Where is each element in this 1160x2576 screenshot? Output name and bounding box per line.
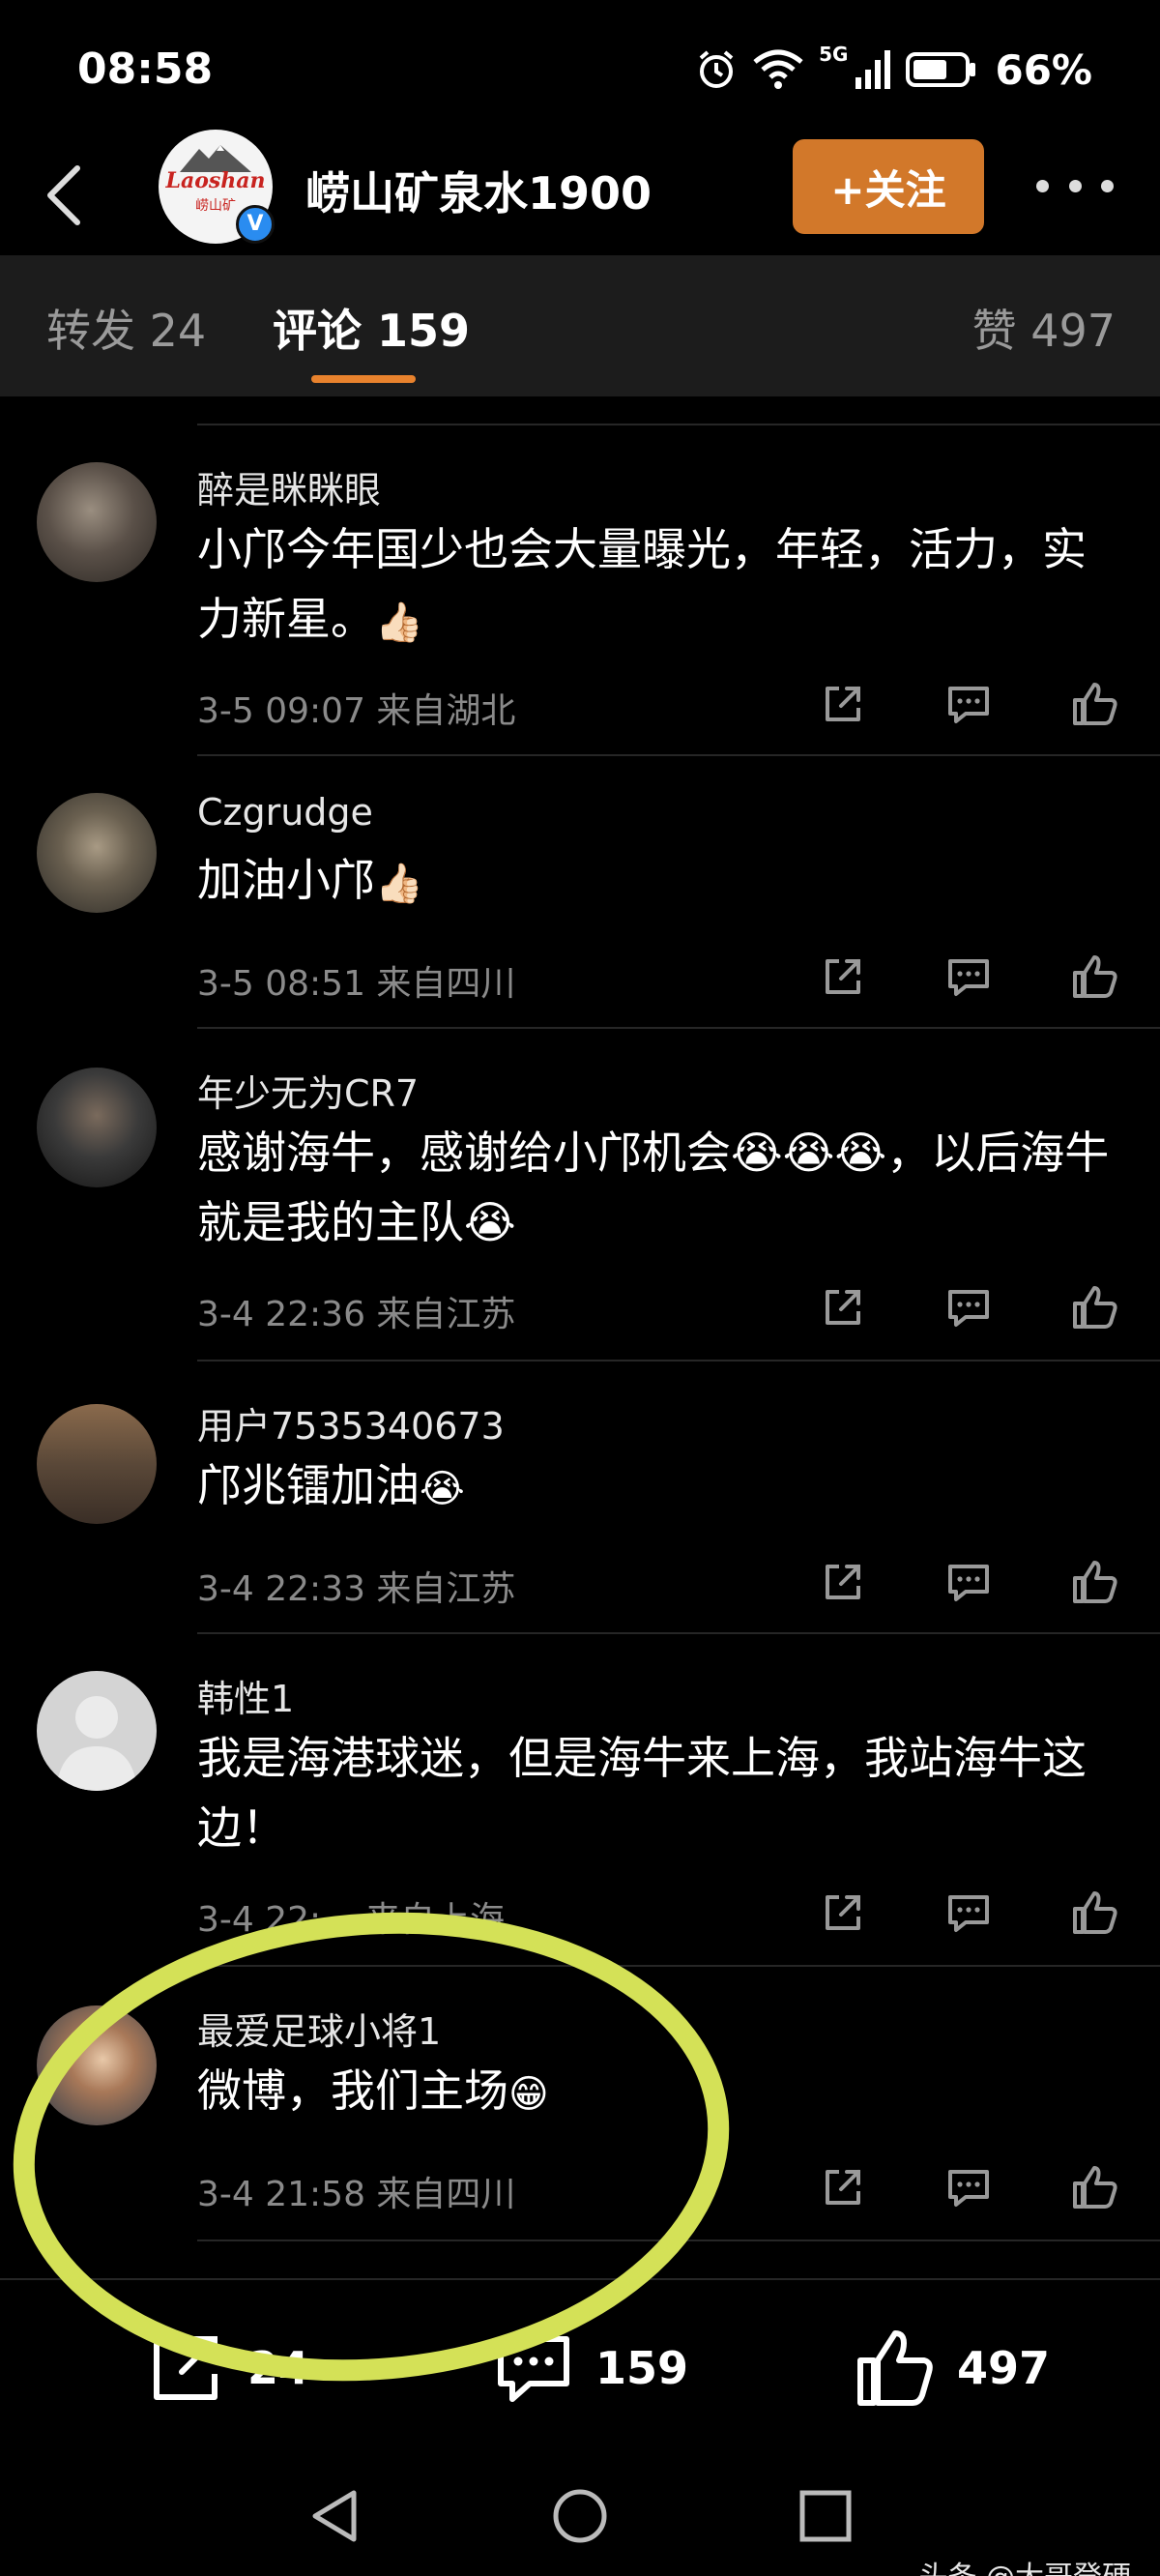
like-button[interactable]: 497 — [855, 2325, 1050, 2412]
divider — [197, 1027, 1160, 1029]
comment-actions — [820, 948, 1119, 1006]
share-icon[interactable] — [820, 1889, 866, 1936]
like-icon[interactable] — [1071, 1889, 1119, 1936]
signal-icon — [856, 50, 891, 89]
tab-repost[interactable]: 转发 24 — [46, 296, 206, 360]
avatar[interactable] — [37, 462, 157, 582]
status-time: 08:58 — [77, 44, 214, 94]
status-icons: 5G 66% — [695, 43, 1092, 97]
verified-badge: V — [236, 205, 275, 244]
network-type: 5G — [819, 43, 849, 66]
avatar[interactable] — [37, 2005, 157, 2125]
home-nav-icon[interactable] — [551, 2487, 609, 2545]
like-icon[interactable] — [1071, 1284, 1119, 1331]
engagement-tabs: 转发 24 评论 159 赞 497 — [0, 255, 1160, 396]
comment-meta: 3-4 22:36 来自江苏 — [197, 1295, 516, 1334]
comment-author[interactable]: Czgrudge — [197, 791, 373, 834]
divider — [197, 424, 1160, 425]
recents-nav-icon[interactable] — [798, 2489, 853, 2543]
share-icon[interactable] — [820, 953, 866, 1000]
comment-text: 感谢海牛，感谢给小邝机会😭😭😭，以后海牛就是我的主队😭 — [197, 1127, 1110, 1248]
active-tab-indicator — [311, 375, 416, 383]
crying-emoji: 😭 — [420, 1466, 465, 1511]
comment-button[interactable]: 159 — [493, 2325, 688, 2412]
comment-actions — [820, 1553, 1119, 1611]
like-icon[interactable] — [1071, 2164, 1119, 2210]
comment-text: 加油小邝👍🏻 — [197, 854, 423, 906]
battery-icon — [906, 52, 976, 87]
comment-actions — [820, 675, 1119, 733]
post-action-bar: 24 159 497 — [0, 2278, 1160, 2452]
comment-text: 我是海港球迷，但是海牛来上海，我站海牛这边！ — [197, 1732, 1087, 1854]
avatar[interactable] — [37, 1068, 157, 1187]
comment-text: 小邝今年国少也会大量曝光，年轻，活力，实力新星。👍🏻 — [197, 523, 1087, 645]
avatar[interactable] — [37, 1671, 157, 1791]
back-arrow-icon[interactable] — [35, 157, 112, 234]
status-bar: 08:58 5G 66% — [0, 0, 1160, 135]
avatar[interactable] — [37, 793, 157, 913]
like-icon[interactable] — [1071, 681, 1119, 727]
battery-percent: 66% — [995, 45, 1092, 94]
avatar[interactable] — [37, 1404, 157, 1524]
reply-icon[interactable] — [944, 1559, 993, 1605]
comment-author[interactable]: 用户7535340673 — [197, 1396, 505, 1449]
comment-text: 邝兆镭加油😭 — [197, 1459, 465, 1511]
comment-author[interactable]: 韩性1 — [197, 1669, 294, 1722]
reply-icon[interactable] — [944, 1889, 993, 1936]
like-icon — [857, 2330, 933, 2406]
share-icon[interactable] — [820, 681, 866, 727]
like-icon[interactable] — [1071, 1559, 1119, 1605]
reply-icon[interactable] — [944, 1284, 993, 1331]
repost-button[interactable]: 24 — [145, 2325, 309, 2412]
follow-button[interactable]: +关注 — [793, 139, 984, 234]
comment-meta: 3-4 21:58 来自四川 — [197, 2175, 516, 2214]
share-icon[interactable] — [820, 1284, 866, 1331]
thumbs-up-emoji: 👍🏻 — [375, 861, 423, 906]
comment-icon — [498, 2336, 569, 2402]
comment-actions — [820, 2158, 1119, 2216]
like-icon[interactable] — [1071, 953, 1119, 1000]
default-avatar-icon — [56, 1696, 137, 1791]
comment-actions — [820, 1278, 1119, 1336]
reply-icon[interactable] — [944, 2164, 993, 2210]
reply-icon[interactable] — [944, 953, 993, 1000]
brand-logo-text: Laoshan — [165, 168, 266, 193]
back-nav-icon[interactable] — [307, 2487, 362, 2545]
comment-meta: 3-4 22:... 来自上海 — [197, 1900, 505, 1940]
repost-count: 24 — [247, 2342, 310, 2394]
more-options-icon[interactable] — [1036, 164, 1114, 207]
tab-likes[interactable]: 赞 497 — [972, 296, 1116, 360]
divider — [197, 754, 1160, 756]
divider — [197, 2239, 1160, 2241]
comment-actions — [820, 1884, 1119, 1942]
share-icon — [154, 2336, 218, 2400]
comment-meta: 3-4 22:33 来自江苏 — [197, 1569, 516, 1609]
comment-author[interactable]: 最爱足球小将1 — [197, 2002, 441, 2055]
divider — [197, 1360, 1160, 1361]
thumbs-up-emoji: 👍🏻 — [375, 600, 423, 645]
comment-meta: 3-5 08:51 来自四川 — [197, 964, 516, 1004]
like-count: 497 — [957, 2342, 1051, 2394]
share-icon[interactable] — [820, 2164, 866, 2210]
alarm-icon — [699, 50, 734, 88]
reply-icon[interactable] — [944, 681, 993, 727]
grinning-emoji: 😁 — [508, 2071, 549, 2117]
tab-comments[interactable]: 评论 159 — [273, 296, 470, 360]
divider — [197, 1632, 1160, 1634]
comment-author[interactable]: 醉是眯眯眼 — [197, 460, 381, 513]
comment-text: 微博，我们主场😁 — [197, 2064, 549, 2117]
divider — [197, 1965, 1160, 1967]
account-name[interactable]: 崂山矿泉水1900 — [305, 159, 652, 222]
wifi-icon — [753, 49, 803, 89]
comment-count: 159 — [595, 2342, 689, 2394]
watermark: 头条 @大哥登硬 — [918, 2553, 1131, 2576]
comment-meta: 3-5 09:07 来自湖北 — [197, 691, 516, 731]
share-icon[interactable] — [820, 1559, 866, 1605]
comment-author[interactable]: 年少无为CR7 — [197, 1064, 419, 1117]
